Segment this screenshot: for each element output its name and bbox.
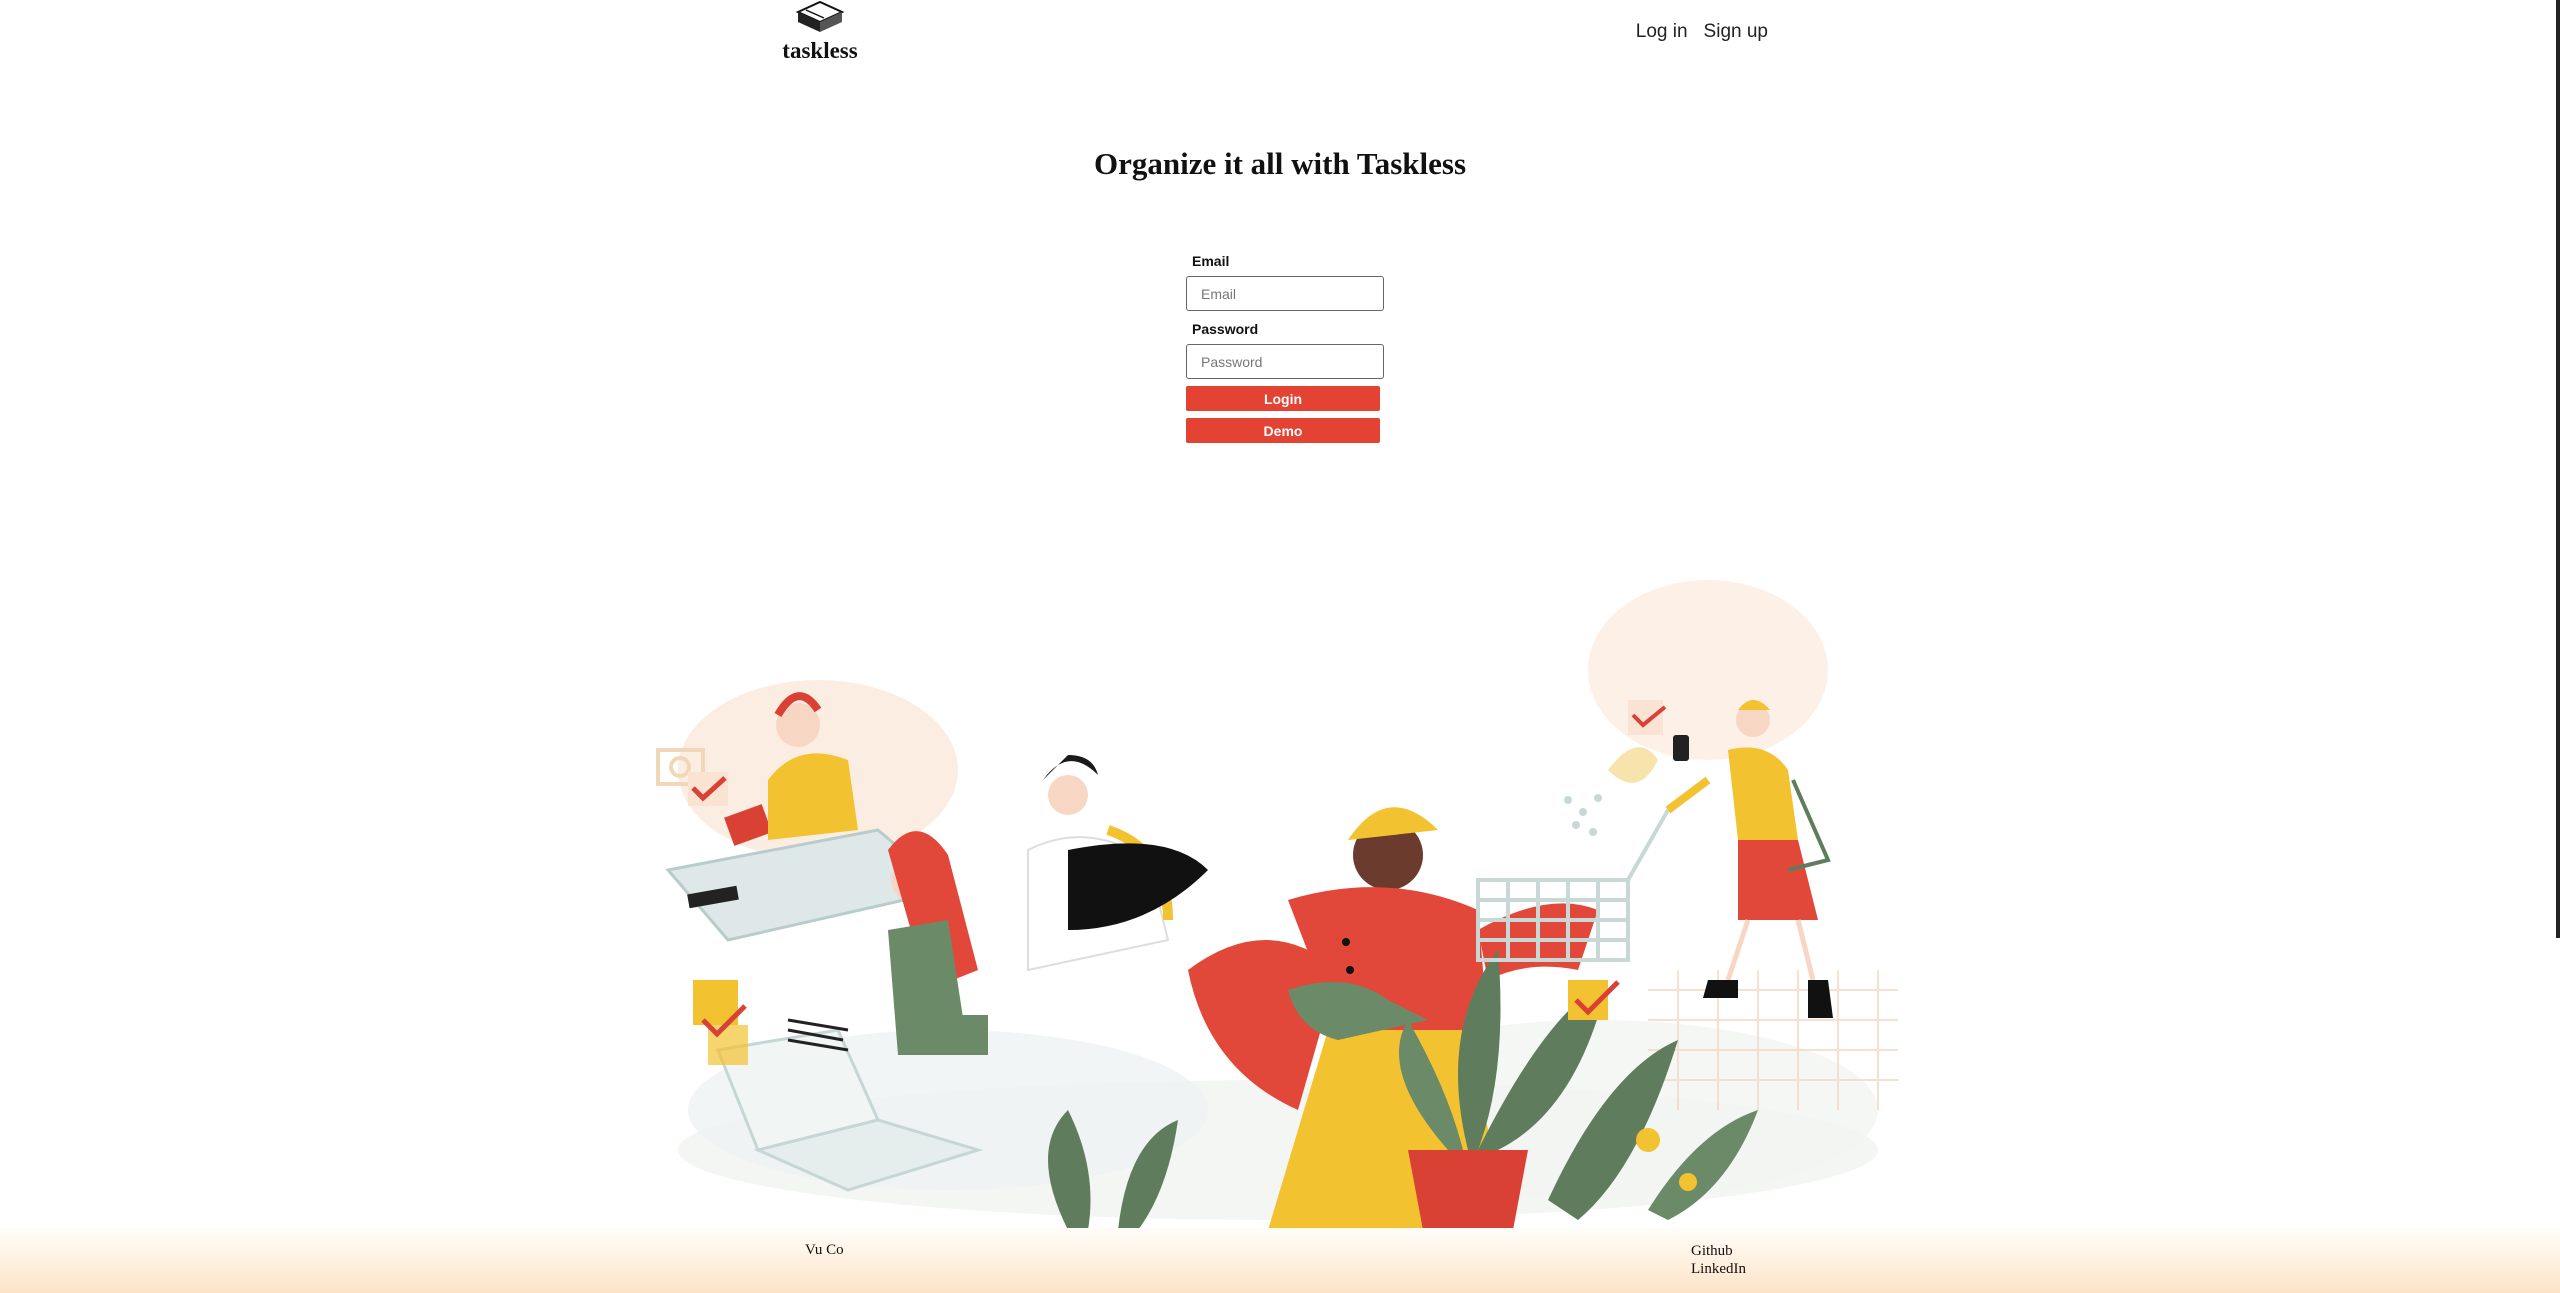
logo[interactable]: taskless [778, 0, 862, 74]
login-link[interactable]: Log in [1636, 21, 1688, 43]
email-label: Email [1192, 253, 1230, 269]
scrollbar[interactable] [2556, 0, 2560, 938]
box-logo-icon [795, 0, 845, 32]
linkedin-link[interactable]: LinkedIn [1691, 1260, 1746, 1278]
signup-link[interactable]: Sign up [1704, 21, 1768, 43]
logo-text: taskless [782, 38, 858, 63]
email-field[interactable] [1186, 276, 1384, 311]
page-title: Organize it all with Taskless [1093, 146, 1467, 181]
login-button[interactable]: Login [1186, 386, 1380, 411]
footer-author: Vu Co [805, 1242, 844, 1258]
people-tasks-illustration [656, 580, 1898, 1230]
password-field[interactable] [1186, 344, 1384, 379]
top-nav: Log in Sign up [1636, 21, 1768, 43]
password-label: Password [1192, 321, 1259, 337]
footer: Vu Co Github LinkedIn [0, 1228, 2560, 1293]
demo-button[interactable]: Demo [1186, 418, 1380, 443]
login-form: Email Password Login Demo [1186, 252, 1386, 443]
footer-links: Github LinkedIn [1691, 1242, 1746, 1278]
github-link[interactable]: Github [1691, 1242, 1746, 1260]
